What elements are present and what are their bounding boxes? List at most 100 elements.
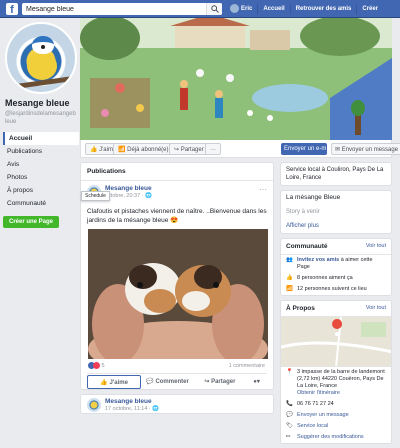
messenger-icon: 💬	[286, 412, 293, 418]
about-see-all-link[interactable]: Voir tout	[366, 305, 386, 311]
menu-item-photos[interactable]: Photos	[3, 171, 79, 184]
share-page-label: Partager	[180, 147, 204, 153]
posts-card: Publications Mesange bleue octobre, 20:3…	[80, 162, 274, 390]
address-text: 3 impasse de la barre de landemont (2,72…	[297, 369, 385, 389]
page-username[interactable]: @lesjardinsdelamesangebleue	[3, 110, 77, 126]
community-followers-row[interactable]: 📶 12 personnes suivent ce lieu	[281, 284, 391, 295]
page-name[interactable]: Mesange bleue	[3, 98, 79, 108]
send-message-link[interactable]: Envoyer un message	[297, 412, 349, 418]
about-title: À Propos Voir tout	[281, 301, 391, 317]
search-input[interactable]	[22, 3, 202, 15]
right-sidebar: Service local à Couliron, Pays De La Loi…	[280, 162, 392, 448]
phone-icon: 📞	[286, 401, 293, 407]
category-row[interactable]: 🏷 Service local	[281, 421, 391, 432]
category-icon: 🏷	[286, 423, 293, 429]
menu-item-home[interactable]: Accueil	[3, 132, 79, 145]
map-illustration	[281, 317, 391, 366]
community-invite-row[interactable]: 👥 Invitez vos amis à aimer cette Page	[281, 255, 391, 273]
invite-friends-link[interactable]: Invitez vos amis	[297, 257, 339, 263]
post-options-icon[interactable]: ···	[259, 186, 267, 194]
followers-count-text: 12 personnes suivent ce lieu	[297, 286, 367, 292]
love-reaction-icon	[93, 362, 100, 369]
story-title[interactable]: La mésange Bleue	[281, 191, 391, 205]
post2-author-avatar[interactable]	[87, 398, 101, 412]
share-page-button[interactable]: ↪ Partager	[169, 143, 209, 155]
post2-time-label: 17 octobre, 11:14 ·	[105, 406, 153, 412]
post-photo-guinea-pigs[interactable]	[88, 229, 268, 359]
garden-illustration	[80, 18, 392, 140]
post-like-button[interactable]: 👍 J'aime	[87, 374, 142, 389]
story-show-more-link[interactable]: Afficher plus	[281, 219, 391, 233]
suggest-edits-link[interactable]: Suggérer des modifications	[297, 434, 364, 440]
post-comment-button[interactable]: 💬 Commenter	[141, 375, 193, 389]
page-action-bar: 👍 J'aime 📶 Déjà abonné(e) ▾ ↪ Partager ·…	[80, 140, 400, 158]
more-options-button[interactable]: ···	[205, 143, 221, 155]
search-box	[22, 3, 222, 15]
menu-item-posts[interactable]: Publications	[3, 145, 79, 158]
send-message-row[interactable]: 💬 Envoyer un message	[281, 410, 391, 421]
followers-icon: 📶	[286, 286, 293, 292]
category-link[interactable]: Service local	[297, 423, 328, 429]
reactions-count: 5	[101, 362, 105, 369]
story-card: La mésange Bleue Story à venir Afficher …	[280, 190, 392, 234]
page-profile-picture[interactable]	[5, 22, 77, 94]
location-map[interactable]	[281, 317, 391, 367]
pencil-icon: ✏	[286, 434, 291, 440]
send-message-button[interactable]: ✉ Envoyer un message	[331, 143, 400, 155]
story-subtitle: Story à venir	[286, 209, 320, 215]
post2-author-name[interactable]: Mesange bleue	[105, 398, 152, 405]
menu-item-community[interactable]: Communauté	[3, 197, 79, 210]
about-summary-text: Service local à Couliron, Pays De La Loi…	[286, 167, 384, 181]
post-action-row: 👍 J'aime 💬 Commenter ↪ Partager ●▾	[87, 373, 267, 389]
post-like-label: J'aime	[109, 379, 128, 386]
post2-timestamp[interactable]: 17 octobre, 11:14 · 🌐	[105, 406, 159, 412]
menu-item-about[interactable]: À propos	[3, 184, 79, 197]
menu-item-reviews[interactable]: Avis	[3, 158, 79, 171]
globe-icon: 🌐	[145, 193, 152, 199]
nav-profile-label: Eric	[241, 6, 253, 13]
nav-home[interactable]: Accueil	[258, 4, 291, 14]
nav-find-friends[interactable]: Retrouver des amis	[291, 4, 358, 14]
community-likes-row[interactable]: 👍 8 personnes aiment ça	[281, 273, 391, 284]
post-author-name[interactable]: Mesange bleue	[105, 185, 152, 192]
nav-create[interactable]: Créer	[357, 4, 383, 14]
create-page-button[interactable]: Créer une Page	[3, 216, 60, 228]
directions-link[interactable]: Obtenir l'itinéraire	[297, 390, 340, 396]
phone-number: 06 76 71 27 24	[297, 401, 334, 407]
thumbs-up-icon: 👍	[286, 275, 293, 281]
post-header: Mesange bleue octobre, 20:37 · 🌐 Schedul…	[81, 181, 273, 205]
phone-row[interactable]: 📞 06 76 71 27 24	[281, 399, 391, 410]
main-feed: Publications Mesange bleue octobre, 20:3…	[80, 162, 274, 414]
about-summary-card: Service local à Couliron, Pays De La Loi…	[280, 162, 392, 186]
community-see-all-link[interactable]: Voir tout	[366, 243, 386, 249]
suggest-edits-row[interactable]: ✏ Suggérer des modifications	[281, 432, 391, 443]
about-title-label: À Propos	[286, 305, 315, 312]
second-post: Mesange bleue 17 octobre, 11:14 · 🌐	[80, 394, 274, 414]
community-title-label: Communauté	[286, 243, 328, 250]
search-button[interactable]	[206, 3, 222, 15]
likes-count-text: 8 personnes aiment ça	[297, 275, 353, 281]
guinea-pigs-illustration	[88, 229, 268, 359]
nav-profile-eric[interactable]: Eric	[225, 4, 259, 14]
post-timestamp[interactable]: octobre, 20:37 · 🌐	[105, 193, 152, 199]
post-time-label: octobre, 20:37 ·	[105, 193, 146, 199]
cover-photo[interactable]	[80, 18, 392, 140]
post-share-label: Partager	[211, 378, 236, 385]
invite-icon: 👥	[286, 257, 293, 263]
facebook-logo[interactable]: f	[6, 3, 18, 15]
comments-count[interactable]: 1 commentaire	[229, 363, 265, 369]
schedule-tooltip: Schedule	[81, 191, 110, 201]
post-share-button[interactable]: ↪ Partager	[194, 375, 246, 389]
community-card: Communauté Voir tout 👥 Invitez vos amis à …	[280, 238, 392, 296]
post-text: Clafoutis et pistaches viennent de naîtr…	[87, 208, 267, 224]
post-comment-label: Commenter	[155, 378, 189, 385]
send-message-label: Envoyer un message	[341, 147, 399, 153]
page-menu: Accueil Publications Avis Photos À propo…	[3, 132, 79, 210]
user-avatar	[230, 4, 239, 13]
post-audience-selector[interactable]: ●▾	[246, 375, 267, 389]
address-row: 📍 3 impasse de la barre de landemont (2,7…	[281, 367, 391, 399]
send-email-button[interactable]: Envoyer un e-m…	[281, 143, 327, 155]
post-reactions[interactable]: 5 1 commentaire	[81, 359, 273, 373]
globe-icon: 🌐	[152, 406, 160, 412]
bird-body-shape	[27, 52, 57, 80]
